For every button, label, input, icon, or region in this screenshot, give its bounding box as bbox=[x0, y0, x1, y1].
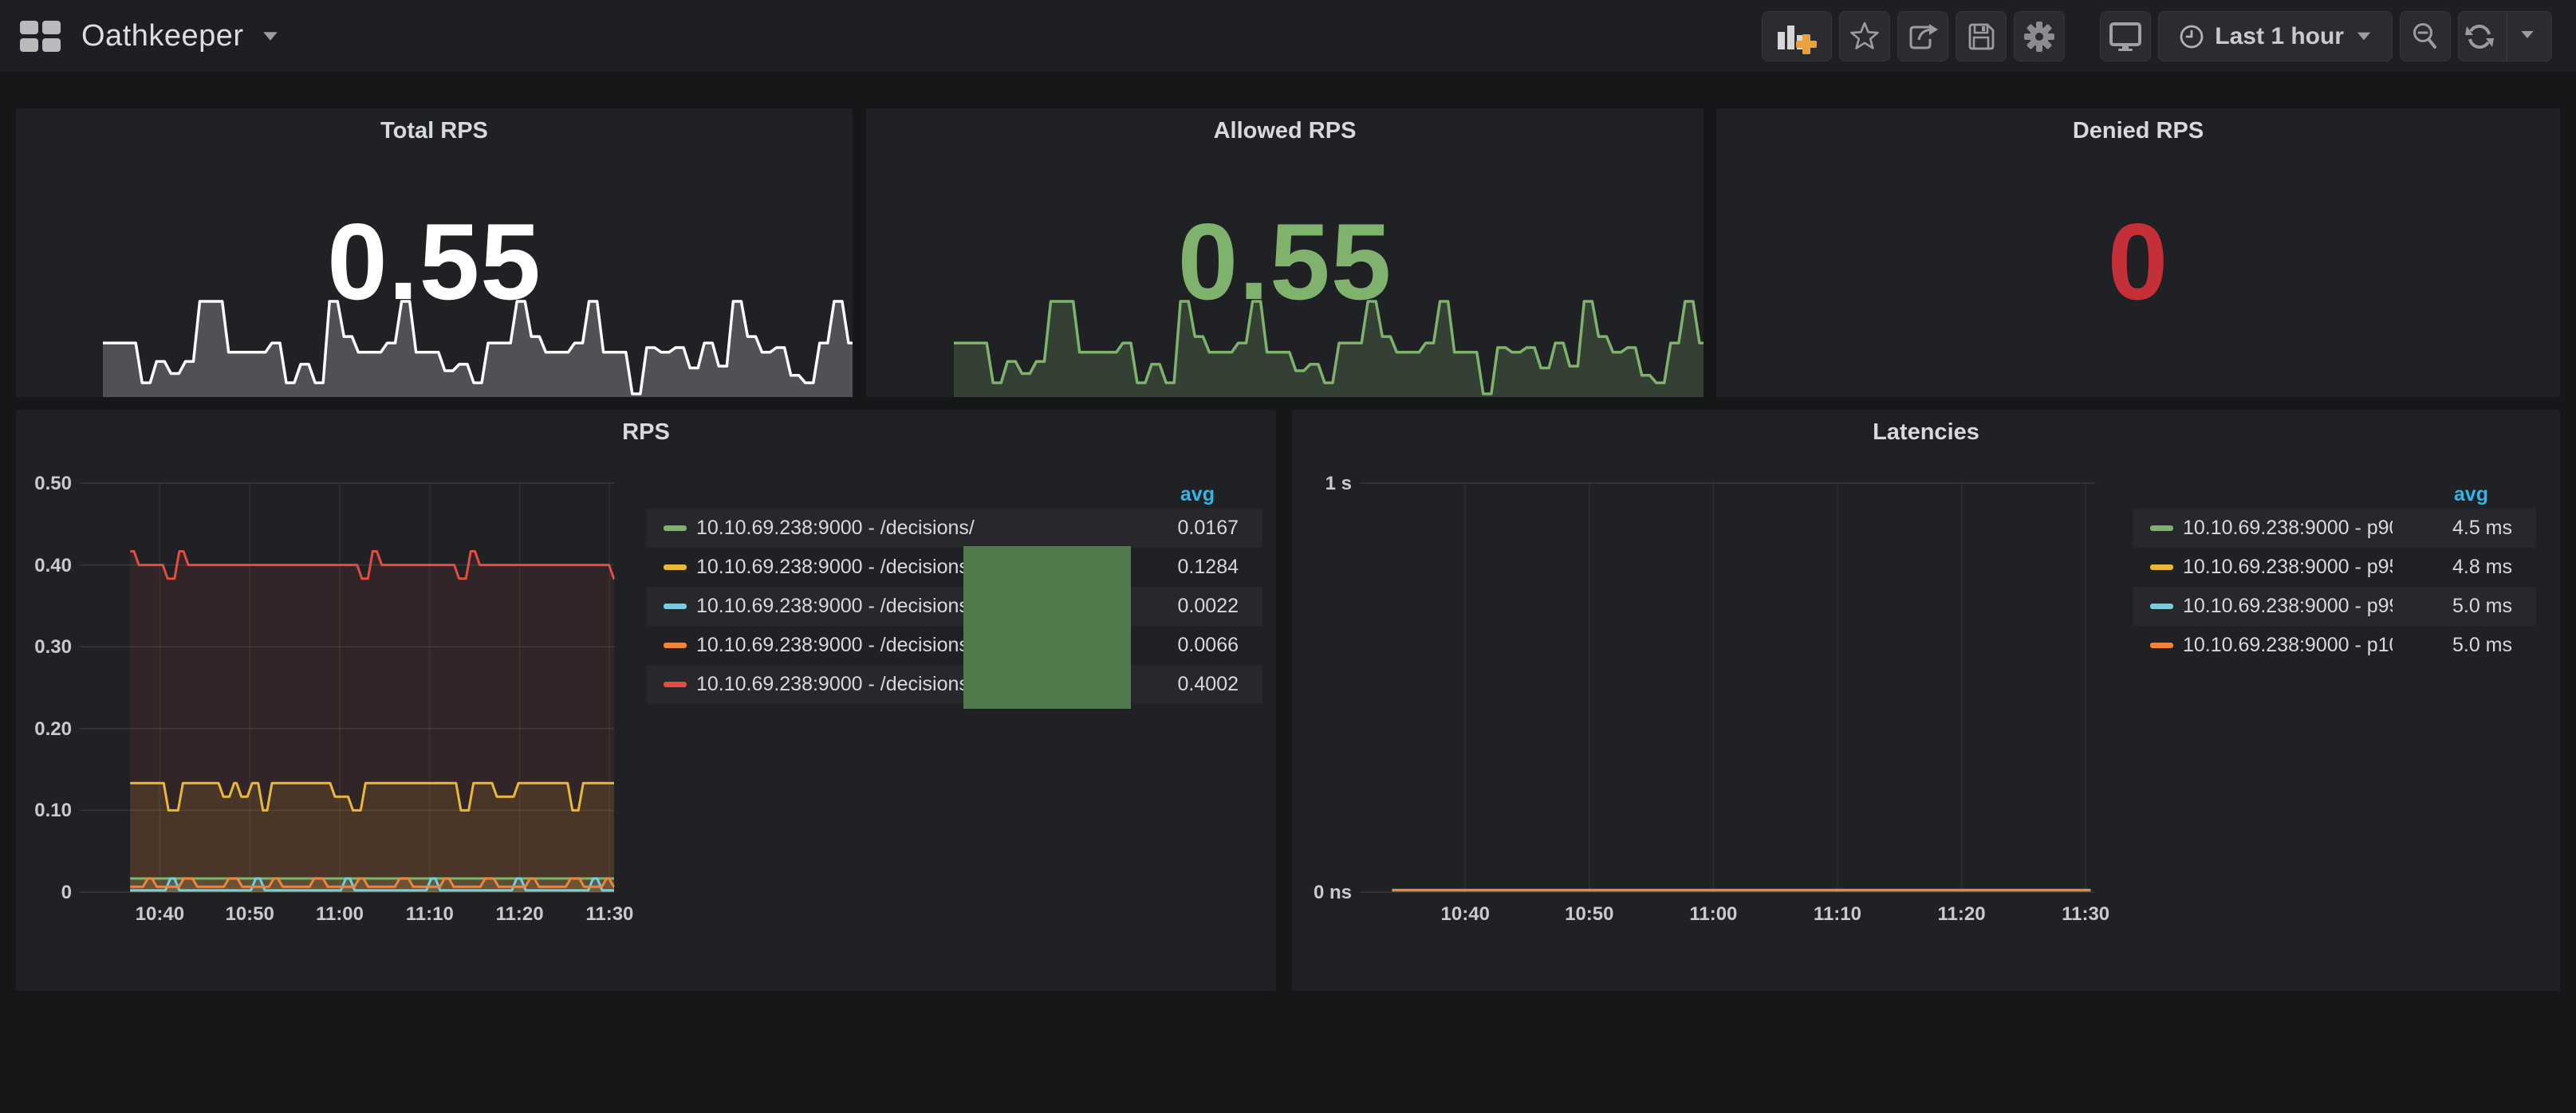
settings-button[interactable] bbox=[2014, 11, 2065, 61]
latencies-legend: 10.10.69.238:9000 - p904.5 ms10.10.69.23… bbox=[2133, 509, 2536, 665]
rps-legend: 10.10.69.238:9000 - /decisions/0.016710.… bbox=[646, 509, 1262, 704]
x-axis-tick-label: 10:50 bbox=[1550, 903, 1629, 926]
dashboards-icon bbox=[20, 21, 61, 52]
x-axis-tick-label: 11:10 bbox=[390, 903, 470, 926]
navbar-actions: Last 1 hour bbox=[1762, 11, 2552, 61]
zoom-out-icon bbox=[2409, 21, 2441, 53]
navbar: Oathkeeper bbox=[0, 0, 2576, 72]
series-label: 10.10.69.238:9000 - p95 bbox=[2183, 556, 2393, 579]
x-axis-tick-label: 11:00 bbox=[300, 903, 380, 926]
series-color-dash[interactable] bbox=[664, 643, 687, 648]
x-axis-tick-label: 10:40 bbox=[120, 903, 199, 926]
cycle-view-button[interactable] bbox=[2100, 11, 2151, 61]
save-icon bbox=[1965, 21, 1997, 53]
refresh-caret-icon bbox=[2521, 30, 2533, 37]
sparkline-allowed-rps bbox=[954, 298, 1704, 397]
series-avg-value: 4.8 ms bbox=[2393, 556, 2536, 579]
refresh-icon bbox=[2464, 21, 2495, 53]
series-avg-value: 5.0 ms bbox=[2393, 595, 2536, 618]
legend-row[interactable]: 10.10.69.238:9000 - /decisions/0.1284 bbox=[646, 548, 1262, 587]
panel-title[interactable]: Total RPS bbox=[16, 118, 853, 144]
zoom-out-button[interactable] bbox=[2400, 11, 2451, 61]
series-avg-value: 0.1284 bbox=[1119, 556, 1262, 579]
save-button[interactable] bbox=[1956, 11, 2007, 61]
x-axis-tick-label: 11:20 bbox=[1922, 903, 2002, 926]
series-avg-value: 0.0167 bbox=[1119, 517, 1262, 540]
legend-row[interactable]: 10.10.69.238:9000 - p995.0 ms bbox=[2133, 587, 2536, 626]
share-button[interactable] bbox=[1897, 11, 1948, 61]
series-color-dash[interactable] bbox=[664, 604, 687, 609]
series-color-dash[interactable] bbox=[2150, 643, 2173, 648]
y-axis-tick-label: 0 bbox=[10, 882, 72, 904]
dashboard-title-group[interactable]: Oathkeeper bbox=[20, 0, 279, 72]
series-label: 10.10.69.238:9000 - p99 bbox=[2183, 595, 2393, 618]
panel-latencies-graph: Latencies avg 10.10.69.238:9000 - p904.5… bbox=[1292, 410, 2560, 991]
x-axis-tick-label: 11:30 bbox=[2046, 903, 2125, 926]
legend-row[interactable]: 10.10.69.238:9000 - p1005.0 ms bbox=[2133, 626, 2536, 665]
legend-row[interactable]: 10.10.69.238:9000 - /decisions/0.0066 bbox=[646, 626, 1262, 665]
legend-header-avg[interactable]: avg bbox=[2133, 483, 2512, 506]
add-panel-button[interactable] bbox=[1762, 11, 1832, 61]
settings-icon bbox=[2023, 20, 2056, 53]
panel-rps-graph: RPS avg 10.10.69.238:9000 - /decisions/0… bbox=[16, 410, 1276, 991]
cycle-view-icon bbox=[2109, 21, 2142, 53]
series-avg-value: 0.4002 bbox=[1119, 673, 1262, 696]
legend-row[interactable]: 10.10.69.238:9000 - p904.5 ms bbox=[2133, 509, 2536, 548]
legend-row[interactable]: 10.10.69.238:9000 - /decisions/0.0022 bbox=[646, 587, 1262, 626]
grafana-dashboard: Oathkeeper bbox=[0, 0, 2576, 1113]
y-axis-tick-label: 0.40 bbox=[10, 555, 72, 577]
share-icon bbox=[1906, 21, 1940, 53]
y-axis-tick-label: 0 ns bbox=[1290, 882, 1352, 904]
legend-row[interactable]: 10.10.69.238:9000 - /decisions/0.0167 bbox=[646, 509, 1262, 548]
y-axis-tick-label: 0.20 bbox=[10, 718, 72, 741]
panel-total-rps: Total RPS 0.55 bbox=[16, 108, 853, 397]
x-axis-tick-label: 11:30 bbox=[569, 903, 649, 926]
y-axis-tick-label: 0.10 bbox=[10, 800, 72, 822]
refresh-interval-dropdown[interactable] bbox=[2507, 29, 2547, 44]
legend-row[interactable]: 10.10.69.238:9000 - /decisions/0.4002 bbox=[646, 665, 1262, 704]
panel-allowed-rps: Allowed RPS 0.55 bbox=[866, 108, 1704, 397]
clock-icon bbox=[2178, 23, 2205, 50]
series-avg-value: 5.0 ms bbox=[2393, 634, 2536, 657]
x-axis-tick-label: 11:20 bbox=[480, 903, 560, 926]
panel-title[interactable]: Allowed RPS bbox=[866, 118, 1704, 144]
series-label: 10.10.69.238:9000 - p100 bbox=[2183, 634, 2393, 657]
series-color-dash[interactable] bbox=[664, 564, 687, 570]
series-color-dash[interactable] bbox=[2150, 525, 2173, 531]
green-overlay-block bbox=[963, 546, 1131, 709]
title-caret-icon[interactable] bbox=[263, 32, 278, 40]
series-label: 10.10.69.238:9000 - /decisions/ bbox=[696, 517, 1119, 540]
x-axis-tick-label: 11:00 bbox=[1673, 903, 1753, 926]
legend-header-avg[interactable]: avg bbox=[646, 483, 1239, 506]
time-caret-icon bbox=[2357, 33, 2371, 41]
series-color-dash[interactable] bbox=[2150, 564, 2173, 570]
refresh-button[interactable] bbox=[2458, 11, 2552, 61]
dashboard-title[interactable]: Oathkeeper bbox=[81, 19, 244, 53]
time-range-picker[interactable]: Last 1 hour bbox=[2158, 11, 2393, 61]
series-color-dash[interactable] bbox=[664, 682, 687, 687]
sparkline-total-rps bbox=[103, 298, 853, 397]
stat-value-denied-rps: 0 bbox=[1716, 207, 2560, 316]
series-avg-value: 0.0066 bbox=[1119, 634, 1262, 657]
star-button[interactable] bbox=[1839, 11, 1890, 61]
add-panel-icon bbox=[1776, 19, 1818, 54]
series-label: 10.10.69.238:9000 - p90 bbox=[2183, 517, 2393, 540]
star-icon bbox=[1849, 21, 1881, 53]
panel-denied-rps: Denied RPS 0 bbox=[1716, 108, 2560, 397]
panel-title[interactable]: Denied RPS bbox=[1716, 118, 2560, 144]
series-avg-value: 0.0022 bbox=[1119, 595, 1262, 618]
y-axis-tick-label: 0.50 bbox=[10, 473, 72, 495]
series-avg-value: 4.5 ms bbox=[2393, 517, 2536, 540]
x-axis-tick-label: 10:50 bbox=[210, 903, 290, 926]
y-axis-tick-label: 0.30 bbox=[10, 636, 72, 659]
x-axis-tick-label: 11:10 bbox=[1798, 903, 1877, 926]
legend-row[interactable]: 10.10.69.238:9000 - p954.8 ms bbox=[2133, 548, 2536, 587]
x-axis-tick-label: 10:40 bbox=[1425, 903, 1505, 926]
series-color-dash[interactable] bbox=[2150, 604, 2173, 609]
series-color-dash[interactable] bbox=[664, 525, 687, 531]
y-axis-tick-label: 1 s bbox=[1290, 473, 1352, 495]
time-range-label: Last 1 hour bbox=[2215, 23, 2344, 50]
